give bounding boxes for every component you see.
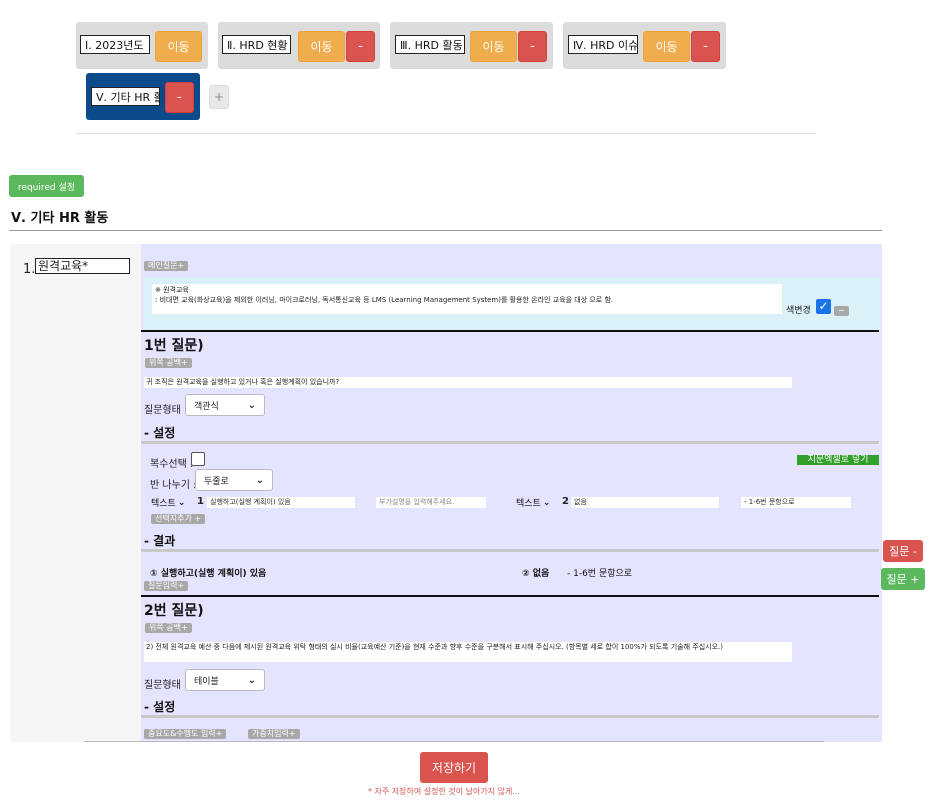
sub1-settings-heading: - 설정 (144, 426, 176, 440)
sub1-result-heading: - 결과 (144, 534, 176, 548)
chevron-down-icon: ⌄ (177, 497, 186, 508)
sub-question-add-button[interactable]: 질문입력+ (144, 581, 189, 591)
tab-2-move-button[interactable]: 이동 (298, 31, 345, 62)
tab-4-title-input[interactable]: Ⅳ. HRD 이슈 (568, 35, 638, 54)
sub2-settings-heading: - 설정 (144, 700, 176, 714)
tab-3: Ⅲ. HRD 활동 이동 - (390, 22, 553, 69)
tab-1-move-button[interactable]: 이동 (155, 31, 202, 62)
sub2-top-blank-button[interactable]: 위쪽 공백+ (145, 623, 192, 633)
multi-select-label: 복수선택 : (150, 459, 194, 470)
result-option-2: ② 없음 (522, 569, 550, 579)
sub1-result-rule (141, 549, 879, 552)
result-option-1: ① 실행하고(실행 계획이) 있음 (150, 569, 267, 579)
question-name-input[interactable]: 원격교육* (35, 258, 130, 274)
importance-performance-button[interactable]: 중요도&수행도 입력+ (144, 729, 227, 739)
tab-1: Ⅰ. 2023년도 이동 (76, 22, 208, 69)
section-title: Ⅴ. 기타 HR 활동 (11, 211, 109, 226)
tab-2-delete-button[interactable]: - (346, 31, 375, 62)
add-tab-button[interactable]: + (209, 85, 229, 109)
sub2-heading: 2번 질문) (144, 603, 204, 619)
sub2-type-value: 테이블 (194, 676, 219, 687)
split-select[interactable]: 두줄로 ⌄ (195, 469, 273, 491)
tab-3-move-button[interactable]: 이동 (470, 31, 517, 62)
result-option-2-note: - 1-6번 문항으로 (567, 569, 633, 579)
excel-import-button[interactable]: 지문엑셀로 넣기 (797, 455, 879, 465)
question-left-panel (10, 244, 141, 742)
add-choice-button[interactable]: 선택지추가 + (151, 514, 206, 524)
intro-line-1: ※ 원격교육 (155, 286, 189, 294)
tab-5-active: Ⅴ. 기타 HR 활동 - (86, 73, 200, 120)
tabs-divider (76, 133, 816, 134)
chevron-down-icon: ⌄ (542, 497, 551, 508)
sub1-type-label: 질문형태 : (144, 405, 188, 416)
question-add-button[interactable]: 질문 + (881, 568, 925, 590)
split-label: 반 나누기 : (150, 480, 197, 491)
sub1-settings-rule (141, 441, 879, 444)
weight-input-button[interactable]: 가중치입력+ (248, 729, 300, 739)
sub1-question-input[interactable]: 귀 조직은 원격교육을 실행하고 있거나 혹은 실행계획이 있습니까? (144, 377, 792, 388)
sub2-type-select[interactable]: 테이블 ⌄ (185, 669, 265, 691)
opt2-value-input[interactable]: 없음 (571, 497, 719, 508)
color-change-label: 색변경 (786, 306, 811, 316)
opt1-value-input[interactable]: 실행하고(실행 계획이) 있음 (207, 497, 355, 508)
tab-4-move-button[interactable]: 이동 (643, 31, 690, 62)
save-button[interactable]: 저장하기 (420, 752, 488, 783)
tab-2-title-input[interactable]: Ⅱ. HRD 현황 (222, 35, 291, 54)
tab-3-title-input[interactable]: Ⅲ. HRD 활동 (395, 35, 465, 54)
opt2-type-select[interactable]: 텍스트 ⌄ (516, 496, 551, 510)
sub1-heading: 1번 질문) (144, 338, 204, 354)
chevron-down-icon: ⌄ (255, 474, 264, 486)
question-remove-button[interactable]: 질문 - (883, 540, 923, 562)
tab-3-delete-button[interactable]: - (518, 31, 547, 62)
intro-textarea[interactable]: ※ 원격교육 : 비대면 교육(화상교육)을 제외한 이러닝, 마이크로러닝, … (152, 284, 782, 314)
chevron-down-icon: ⌄ (247, 399, 256, 411)
split-value: 두줄로 (204, 476, 229, 487)
tab-5-title-input[interactable]: Ⅴ. 기타 HR 활동 (91, 87, 160, 106)
sub2-type-label: 질문형태 : (144, 680, 188, 691)
main-question-add-button[interactable]: 메인질문+ (144, 261, 189, 271)
scroll-bottom-line (84, 741, 824, 742)
sub1-top-blank-button[interactable]: 위쪽 공백+ (145, 358, 192, 368)
question-number: 1. (23, 262, 36, 277)
sub1-type-value: 객관식 (194, 401, 219, 412)
sub2-settings-rule (141, 715, 879, 718)
tab-1-title-input[interactable]: Ⅰ. 2023년도 (80, 35, 150, 54)
required-settings-button[interactable]: required 설정 (9, 175, 84, 197)
sub2-top-rule (141, 595, 879, 597)
opt2-type-value: 텍스트 (516, 499, 541, 509)
opt1-type-select[interactable]: 텍스트 ⌄ (151, 496, 186, 510)
opt1-type-value: 텍스트 (151, 499, 176, 509)
color-change-checkbox[interactable]: ✓ (816, 299, 831, 314)
multi-select-checkbox[interactable] (191, 452, 205, 466)
chevron-down-icon: ⌄ (247, 674, 256, 686)
tab-2: Ⅱ. HRD 현황 이동 - (218, 22, 380, 69)
section-rule (9, 230, 882, 231)
sub2-question-input[interactable]: 2) 전체 원격교육 예산 중 다음에 제시된 원격교육 위탁 형태의 실시 비… (144, 642, 792, 662)
opt1-extra-input[interactable]: 부가설명을 입력해주세요. (376, 497, 486, 508)
tab-4-delete-button[interactable]: - (691, 31, 720, 62)
save-note: * 자주 저장하여 설정한 것이 날아가지 않게... (368, 787, 521, 796)
tab-4: Ⅳ. HRD 이슈 이동 - (563, 22, 726, 69)
intro-line-2: : 비대면 교육(화상교육)을 제외한 이러닝, 마이크로러닝, 독서통신교육 … (155, 296, 614, 304)
sub1-type-select[interactable]: 객관식 ⌄ (185, 394, 265, 416)
tab-5-delete-button[interactable]: - (165, 82, 194, 113)
opt2-extra-input[interactable]: - 1-6번 문항으로 (741, 497, 851, 508)
intro-remove-button[interactable]: − (834, 306, 849, 316)
sub1-top-rule (141, 330, 879, 332)
